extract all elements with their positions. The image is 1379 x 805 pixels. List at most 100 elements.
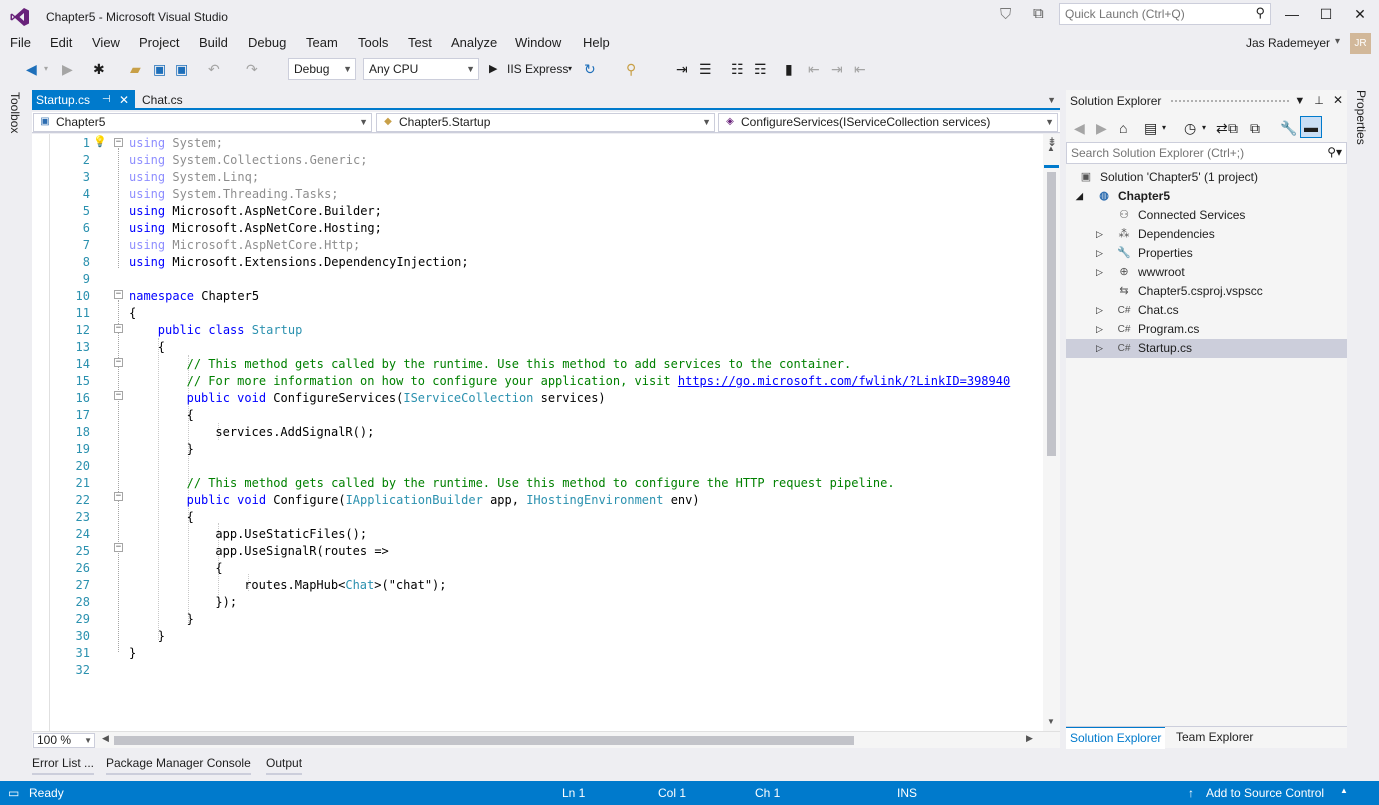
code-line[interactable]: using Microsoft.AspNetCore.Http; <box>129 237 360 254</box>
sync-with-document-icon[interactable]: ⇄ <box>1216 118 1228 138</box>
minimize-button[interactable]: — <box>1277 4 1307 24</box>
menu-analyze[interactable]: Analyze <box>451 35 497 50</box>
clear-bookmarks-icon[interactable]: ⇤ <box>854 59 866 79</box>
panel-grip[interactable] <box>1170 99 1290 104</box>
tree-item-chat-cs[interactable]: ▷ C# Chat.cs <box>1066 301 1347 320</box>
solution-explorer-search[interactable]: ⚲▾ <box>1066 142 1347 164</box>
menu-project[interactable]: Project <box>139 35 179 50</box>
step-icon[interactable]: ⇥ <box>676 59 688 79</box>
find-in-files-icon[interactable]: ⚲ <box>626 59 636 79</box>
scroll-left-icon[interactable]: ◀ <box>102 733 109 744</box>
code-text[interactable]: using System; using System.Collections.Ge… <box>129 134 1029 731</box>
code-line[interactable]: app.UseStaticFiles(); <box>215 526 367 543</box>
lightbulb-icon[interactable]: 💡 <box>93 135 107 148</box>
code-pane[interactable]: 1 2 3 4 5 6 7 8 9 10 11 12 13 14 15 16 17 18 19 20 21 22 23 24 2… <box>32 134 1060 731</box>
scroll-right-icon[interactable]: ▶ <box>1026 733 1033 744</box>
menu-view[interactable]: View <box>92 35 120 50</box>
collapse-icon[interactable]: − <box>114 358 123 367</box>
quick-launch-input[interactable] <box>1060 4 1245 24</box>
save-icon[interactable]: ▣ <box>153 59 166 79</box>
collapse-icon[interactable]: − <box>114 138 123 147</box>
code-line[interactable]: using System; <box>129 135 223 152</box>
project-nav-select[interactable]: ▣ Chapter5 ▼ <box>33 113 372 132</box>
code-line[interactable]: { <box>129 305 136 322</box>
collapsed-arrow-icon[interactable]: ▷ <box>1096 263 1103 282</box>
code-line[interactable]: routes.MapHub<Chat>("chat"); <box>244 577 446 594</box>
menu-file[interactable]: File <box>10 35 31 50</box>
vertical-scroll-thumb[interactable] <box>1047 172 1056 456</box>
tab-team-explorer[interactable]: Team Explorer <box>1176 727 1253 749</box>
open-file-icon[interactable]: ▰ <box>130 59 141 79</box>
quick-launch-search[interactable]: ⚲ <box>1059 3 1271 25</box>
collapsed-arrow-icon[interactable]: ▷ <box>1096 225 1103 244</box>
chevron-down-icon[interactable]: ▼ <box>1047 90 1056 110</box>
tab-error-list[interactable]: Error List ... <box>32 754 95 775</box>
tab-startup-cs[interactable]: Startup.cs ⊣ ✕ <box>32 90 135 110</box>
close-icon[interactable]: ✕ <box>1333 93 1343 107</box>
new-project-icon[interactable]: ✱ <box>93 59 105 79</box>
collapse-icon[interactable]: − <box>114 543 123 552</box>
collapse-icon[interactable]: − <box>114 290 123 299</box>
redo-icon[interactable]: ↷ <box>246 59 258 79</box>
menu-help[interactable]: Help <box>583 35 610 50</box>
show-all-files-icon[interactable]: ⧉ <box>1250 118 1260 138</box>
menu-test[interactable]: Test <box>408 35 432 50</box>
code-line[interactable]: // This method gets called by the runtim… <box>187 475 895 492</box>
menu-build[interactable]: Build <box>199 35 228 50</box>
code-line[interactable]: } <box>129 645 136 662</box>
selection-margin[interactable] <box>32 134 50 731</box>
navigate-forward-icon[interactable]: ▶ <box>62 59 73 79</box>
toolbox-side-tab[interactable]: Toolbox <box>8 92 26 152</box>
scroll-down-icon[interactable]: ▼ <box>1047 717 1055 726</box>
add-to-source-control-button[interactable]: Add to Source Control <box>1206 786 1324 800</box>
code-line[interactable]: using Microsoft.AspNetCore.Builder; <box>129 203 382 220</box>
code-line[interactable]: public void Configure(IApplicationBuilde… <box>187 492 700 509</box>
chevron-down-icon[interactable]: ▾ <box>1162 118 1166 138</box>
collapsed-arrow-icon[interactable]: ▷ <box>1096 339 1103 358</box>
arrow-up-icon[interactable]: ↑ <box>1188 786 1194 800</box>
vertical-scrollbar[interactable]: ⇟ ▲ ▼ <box>1043 134 1060 731</box>
code-line[interactable]: using System.Collections.Generic; <box>129 152 367 169</box>
menu-tools[interactable]: Tools <box>358 35 388 50</box>
forward-icon[interactable]: ▶ <box>1096 118 1107 138</box>
code-line[interactable]: } <box>158 628 165 645</box>
collapsed-arrow-icon[interactable]: ▷ <box>1096 320 1103 339</box>
tree-item-solution[interactable]: ▣ Solution 'Chapter5' (1 project) <box>1066 168 1347 187</box>
tab-output[interactable]: Output <box>266 754 303 775</box>
collapse-icon[interactable]: − <box>114 324 123 333</box>
undo-icon[interactable]: ↶ <box>208 59 220 79</box>
solution-configuration-select[interactable]: Debug ▼ <box>288 58 356 80</box>
member-nav-select[interactable]: ◈ ConfigureServices(IServiceCollection s… <box>718 113 1058 132</box>
tab-chat-cs[interactable]: Chat.cs <box>142 90 183 110</box>
properties-wrench-icon[interactable]: 🔧 <box>1280 118 1297 138</box>
menu-debug[interactable]: Debug <box>248 35 286 50</box>
collapse-icon[interactable]: − <box>114 492 123 501</box>
chevron-down-icon[interactable]: ▾ <box>44 59 48 79</box>
pin-icon[interactable]: ⊣ <box>102 90 111 110</box>
bookmark-icon[interactable]: ▮ <box>785 59 793 79</box>
maximize-button[interactable]: ☐ <box>1311 4 1341 24</box>
save-all-icon[interactable]: ▣ <box>175 59 188 79</box>
previous-bookmark-icon[interactable]: ⇤ <box>808 59 820 79</box>
chevron-down-icon[interactable]: ▼ <box>1294 95 1305 107</box>
pending-changes-filter-icon[interactable]: ◷ <box>1184 118 1196 138</box>
code-line[interactable]: { <box>187 407 194 424</box>
solution-search-input[interactable] <box>1067 143 1307 163</box>
preview-selected-items-icon[interactable]: ▬ <box>1300 116 1322 138</box>
tree-item-project[interactable]: ◢ ◍ Chapter5 <box>1066 187 1347 206</box>
code-line[interactable]: { <box>187 509 194 526</box>
code-line[interactable]: { <box>215 560 222 577</box>
code-line[interactable]: // This method gets called by the runtim… <box>187 356 852 373</box>
close-icon[interactable]: ✕ <box>119 90 129 110</box>
zoom-select[interactable]: 100 % ▼ <box>33 733 95 748</box>
play-icon[interactable]: ▶ <box>489 59 497 79</box>
chevron-down-icon[interactable]: ▾ <box>1335 36 1340 47</box>
collapse-all-icon[interactable]: ⧉ <box>1228 118 1238 138</box>
code-line[interactable]: } <box>187 441 194 458</box>
tab-package-manager-console[interactable]: Package Manager Console <box>106 754 251 775</box>
type-nav-select[interactable]: ◆ Chapter5.Startup ▼ <box>376 113 715 132</box>
horizontal-scroll-thumb[interactable] <box>114 736 854 745</box>
run-target-button[interactable]: IIS Express <box>507 59 568 79</box>
chevron-down-icon[interactable]: ▾ <box>1202 118 1206 138</box>
tree-item-properties[interactable]: ▷ 🔧 Properties <box>1066 244 1347 263</box>
